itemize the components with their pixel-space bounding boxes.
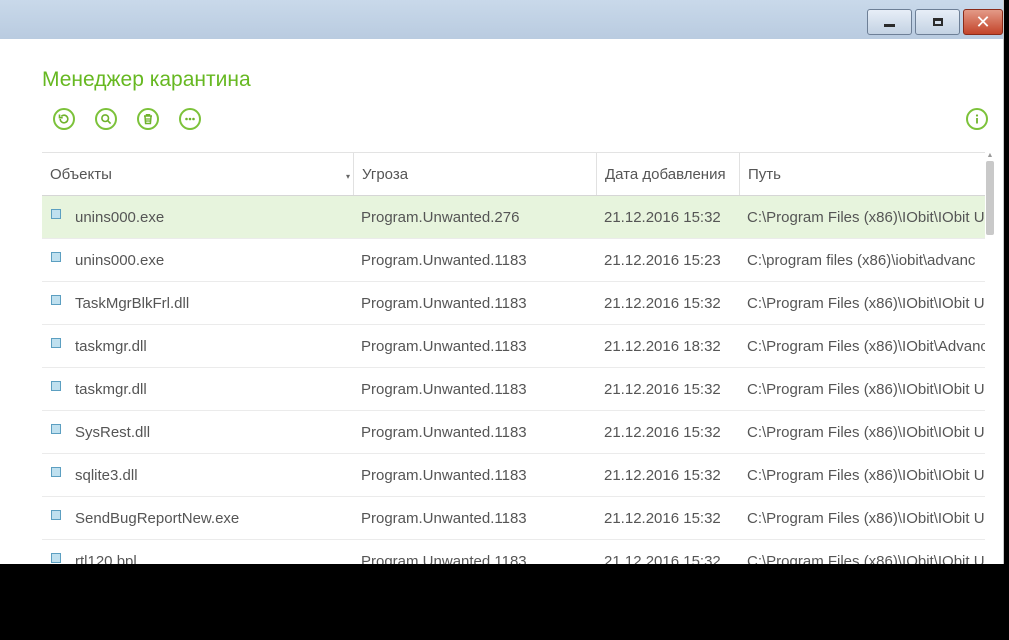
date-added: 21.12.2016 15:32 bbox=[604, 466, 721, 484]
scroll-thumb[interactable] bbox=[986, 161, 994, 235]
trash-icon bbox=[144, 114, 152, 125]
file-icon bbox=[51, 424, 61, 434]
date-added: 21.12.2016 15:32 bbox=[604, 552, 721, 565]
object-name: taskmgr.dll bbox=[75, 380, 147, 398]
object-name: SysRest.dll bbox=[75, 423, 151, 441]
info-icon bbox=[975, 114, 979, 124]
black-bar bbox=[0, 564, 1009, 640]
table-row[interactable]: SendBugReportNew.exe Program.Unwanted.11… bbox=[42, 497, 985, 540]
file-icon bbox=[51, 553, 61, 563]
object-name: rtl120.bpl bbox=[75, 552, 137, 565]
object-name: sqlite3.dll bbox=[75, 466, 138, 484]
restore-button[interactable] bbox=[53, 108, 75, 130]
file-path: C:\Program Files (x86)\IObit\Advanc bbox=[747, 337, 985, 355]
threat-name: Program.Unwanted.1183 bbox=[361, 251, 527, 269]
date-added: 21.12.2016 15:32 bbox=[604, 380, 721, 398]
date-added: 21.12.2016 15:32 bbox=[604, 294, 721, 312]
object-name: TaskMgrBlkFrl.dll bbox=[75, 294, 190, 312]
threat-name: Program.Unwanted.1183 bbox=[361, 509, 527, 527]
close-button[interactable]: ✕ bbox=[963, 9, 1003, 35]
table-row[interactable]: sqlite3.dll Program.Unwanted.1183 21.12.… bbox=[42, 454, 985, 497]
file-icon bbox=[51, 467, 61, 477]
info-button[interactable] bbox=[966, 108, 988, 130]
column-header-threat[interactable]: Угроза bbox=[353, 153, 596, 195]
file-path: C:\program files (x86)\iobit\advanc bbox=[747, 251, 976, 269]
file-icon bbox=[51, 252, 61, 262]
file-path: C:\Program Files (x86)\IObit\IObit U bbox=[747, 552, 985, 565]
toolbar bbox=[53, 108, 201, 130]
file-icon bbox=[51, 295, 61, 305]
threat-name: Program.Unwanted.1183 bbox=[361, 294, 527, 312]
date-added: 21.12.2016 15:32 bbox=[604, 509, 721, 527]
object-name: SendBugReportNew.exe bbox=[75, 509, 240, 527]
column-header-date[interactable]: Дата добавления bbox=[596, 153, 739, 195]
table-header: Объекты ▾ Угроза Дата добавления Путь bbox=[42, 152, 985, 196]
more-button[interactable] bbox=[179, 108, 201, 130]
object-name: unins000.exe bbox=[75, 208, 165, 226]
quarantine-window: ✕ Менеджер карантина Объекты ▾ Угроза Дат… bbox=[0, 0, 1004, 564]
file-icon bbox=[51, 510, 61, 520]
date-added: 21.12.2016 15:32 bbox=[604, 423, 721, 441]
title-bar: ✕ bbox=[0, 0, 1003, 39]
column-header-path[interactable]: Путь bbox=[739, 153, 985, 195]
table-row[interactable]: unins000.exe Program.Unwanted.276 21.12.… bbox=[42, 196, 985, 239]
vertical-scrollbar[interactable]: ▲ bbox=[985, 152, 995, 564]
file-path: C:\Program Files (x86)\IObit\IObit U bbox=[747, 466, 985, 484]
file-path: C:\Program Files (x86)\IObit\IObit U bbox=[747, 294, 985, 312]
minimize-icon bbox=[884, 23, 895, 27]
file-icon bbox=[51, 209, 61, 219]
file-icon bbox=[51, 338, 61, 348]
scroll-up-icon[interactable]: ▲ bbox=[985, 152, 995, 160]
threat-name: Program.Unwanted.1183 bbox=[361, 380, 527, 398]
close-icon: ✕ bbox=[975, 11, 991, 32]
table-row[interactable]: taskmgr.dll Program.Unwanted.1183 21.12.… bbox=[42, 368, 985, 411]
page-title: Менеджер карантина bbox=[42, 68, 251, 91]
threat-name: Program.Unwanted.1183 bbox=[361, 423, 527, 441]
threat-name: Program.Unwanted.276 bbox=[361, 208, 520, 226]
maximize-button[interactable] bbox=[915, 9, 960, 35]
maximize-icon bbox=[932, 18, 943, 26]
window-controls: ✕ bbox=[867, 9, 1003, 35]
table-row[interactable]: rtl120.bpl Program.Unwanted.1183 21.12.2… bbox=[42, 540, 985, 564]
threat-name: Program.Unwanted.1183 bbox=[361, 552, 527, 565]
threat-name: Program.Unwanted.1183 bbox=[361, 337, 527, 355]
more-icon bbox=[185, 117, 195, 121]
table-row[interactable]: SysRest.dll Program.Unwanted.1183 21.12.… bbox=[42, 411, 985, 454]
delete-button[interactable] bbox=[137, 108, 159, 130]
file-path: C:\Program Files (x86)\IObit\IObit U bbox=[747, 509, 985, 527]
file-path: C:\Program Files (x86)\IObit\IObit U bbox=[747, 380, 985, 398]
column-header-objects[interactable]: Объекты ▾ bbox=[42, 153, 353, 195]
date-added: 21.12.2016 15:32 bbox=[604, 208, 721, 226]
file-path: C:\Program Files (x86)\IObit\IObit U bbox=[747, 423, 985, 441]
table-row[interactable]: TaskMgrBlkFrl.dll Program.Unwanted.1183 … bbox=[42, 282, 985, 325]
search-icon bbox=[101, 114, 112, 125]
file-path: C:\Program Files (x86)\IObit\IObit U bbox=[747, 208, 985, 226]
restore-icon bbox=[58, 114, 69, 124]
sort-icon: ▾ bbox=[345, 172, 350, 181]
table-row[interactable]: taskmgr.dll Program.Unwanted.1183 21.12.… bbox=[42, 325, 985, 368]
object-name: unins000.exe bbox=[75, 251, 165, 269]
quarantine-table: Объекты ▾ Угроза Дата добавления Путь uni… bbox=[42, 152, 985, 564]
minimize-button[interactable] bbox=[867, 9, 912, 35]
search-button[interactable] bbox=[95, 108, 117, 130]
table-row[interactable]: unins000.exe Program.Unwanted.1183 21.12… bbox=[42, 239, 985, 282]
date-added: 21.12.2016 18:32 bbox=[604, 337, 721, 355]
date-added: 21.12.2016 15:23 bbox=[604, 251, 721, 269]
threat-name: Program.Unwanted.1183 bbox=[361, 466, 527, 484]
file-icon bbox=[51, 381, 61, 391]
object-name: taskmgr.dll bbox=[75, 337, 147, 355]
